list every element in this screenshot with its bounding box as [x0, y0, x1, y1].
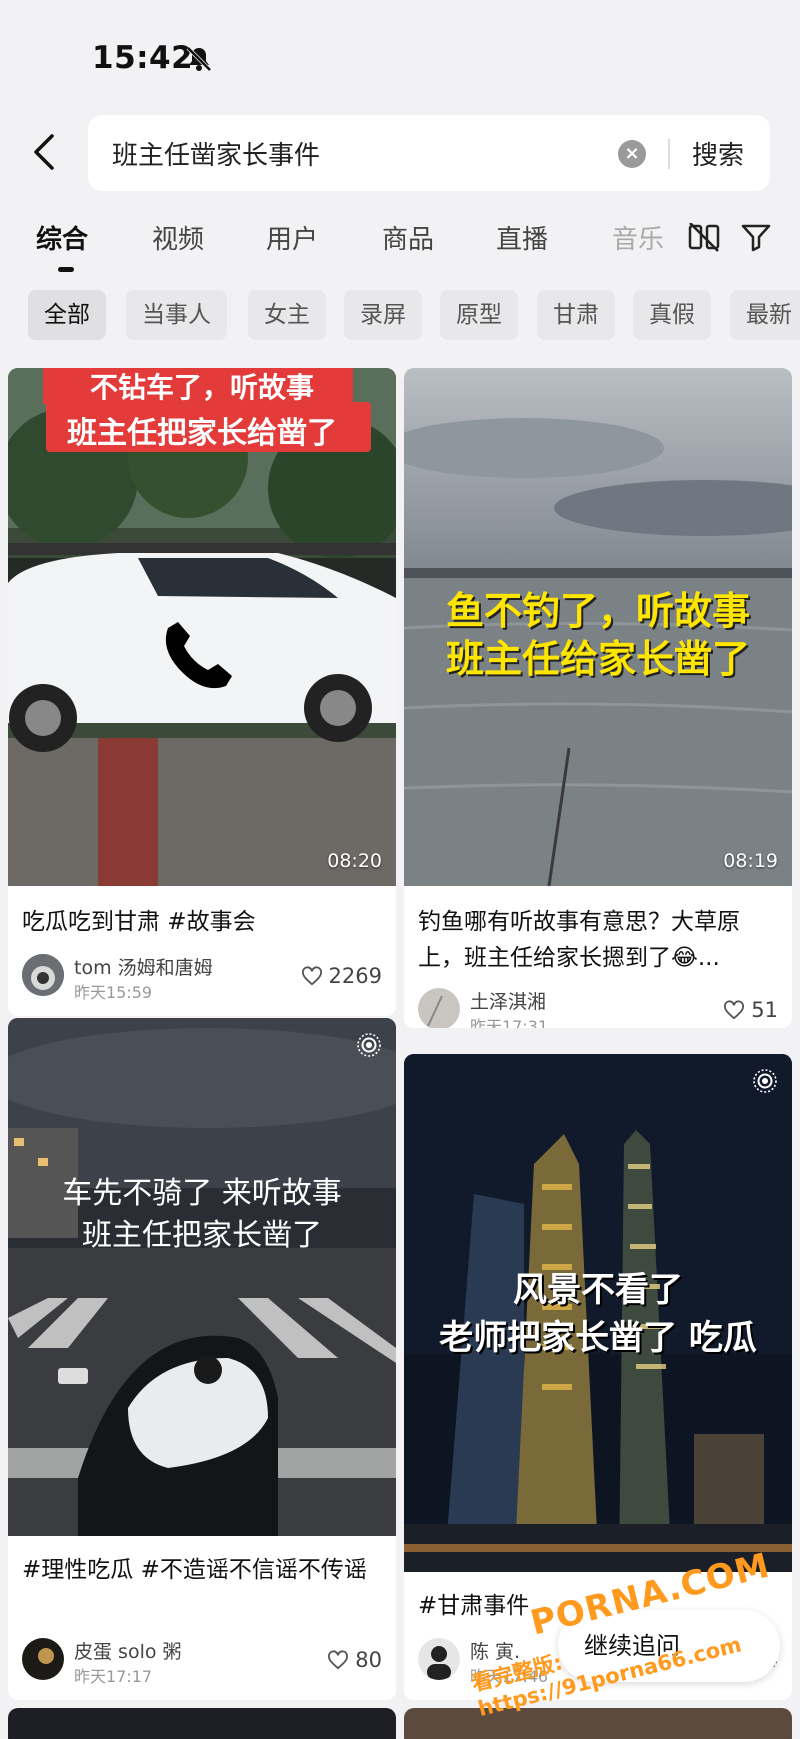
author-name[interactable]: 皮蛋 solo 粥 [74, 1637, 182, 1664]
overlay-line-1: 风景不看了 [513, 1270, 683, 1310]
overlay-line-1: 车先不骑了 来听故事 [62, 1176, 342, 1211]
card-title: 钓鱼哪有听故事有意思？大草原上，班主任给家长摁到了😂... [418, 909, 740, 971]
like-count-value: 80 [355, 1648, 382, 1672]
tab-user[interactable]: 用户 [266, 219, 318, 256]
chevron-left-icon [34, 134, 54, 170]
result-card-6-partial[interactable] [404, 1708, 792, 1739]
result-card-2[interactable]: 鱼不钓了，听故事 班主任给家长凿了 08:19 钓鱼哪有听故事有意思？大草原上，… [404, 368, 792, 1028]
tab-live[interactable]: 直播 [496, 219, 548, 256]
clear-icon[interactable]: × [618, 140, 646, 168]
chip-latest[interactable]: 最新 [730, 290, 800, 340]
author-name[interactable]: tom 汤姆和唐姆 [74, 953, 213, 980]
filter-icon[interactable] [740, 221, 772, 253]
post-time: 昨天17:17 [74, 1667, 153, 1686]
post-time: 昨天17:31 [470, 1017, 549, 1028]
card-title: 吃瓜吃到甘肃 #故事会 [22, 909, 256, 935]
image-thumbnail: 风景不看了 老师把家长凿了 吃瓜 [404, 1054, 792, 1572]
like-count[interactable]: 80 [327, 1648, 382, 1672]
video-thumbnail: 鱼不钓了，听故事 班主任给家长凿了 08:19 [404, 368, 792, 886]
chip-gansu[interactable]: 甘肃 [537, 290, 615, 340]
chip-party[interactable]: 当事人 [126, 290, 227, 340]
tab-indicator [58, 267, 74, 272]
video-thumbnail: 不钻车了，听故事 班主任把家长给凿了 08:20 [8, 368, 396, 886]
heart-icon [724, 1000, 745, 1020]
chip-prototype[interactable]: 原型 [440, 290, 518, 340]
overlay-line-1: 鱼不钓了，听故事 [445, 589, 750, 633]
thumbnail-image [8, 1018, 396, 1536]
chip-heroine[interactable]: 女主 [248, 290, 326, 340]
bell-muted-icon [186, 46, 212, 72]
overlay-line-2: 老师把家长凿了 吃瓜 [439, 1318, 757, 1358]
search-row: 班主任凿家长事件 × 搜索 [0, 115, 800, 191]
result-tabs: 综合 视频 用户 商品 直播 音乐 [0, 215, 800, 275]
overlay-line-1: 不钻车了，听故事 [89, 371, 314, 404]
tab-video[interactable]: 视频 [152, 219, 204, 256]
heart-icon [301, 966, 322, 986]
overlay-line-2: 班主任把家长给凿了 [67, 416, 337, 451]
video-duration: 08:20 [327, 850, 382, 872]
result-card-5-partial[interactable] [8, 1708, 396, 1739]
card-title: #理性吃瓜 #不造谣不信谣不传谣 [22, 1557, 367, 1583]
status-time: 15:42 [92, 40, 194, 76]
live-photo-icon [753, 1069, 777, 1093]
layout-toggle-icon[interactable] [688, 223, 720, 253]
continue-ask-button[interactable]: 继续追问 [558, 1610, 780, 1682]
like-count[interactable]: 2269 [301, 964, 382, 988]
chip-all[interactable]: 全部 [28, 290, 106, 340]
video-duration: 08:19 [723, 850, 778, 872]
result-card-3[interactable]: 车先不骑了 来听故事 班主任把家长凿了 #理性吃瓜 #不造谣不信谣不传谣 皮蛋 … [8, 1018, 396, 1700]
like-count-value: 51 [751, 998, 778, 1022]
result-card-4[interactable]: 风景不看了 老师把家长凿了 吃瓜 #甘肃事件 陈 寅. 昨天17:46 4 [404, 1054, 792, 1700]
author-name[interactable]: 陈 寅. [470, 1637, 520, 1664]
back-button[interactable] [22, 127, 66, 177]
avatar[interactable] [418, 1638, 460, 1680]
chip-recording[interactable]: 录屏 [344, 290, 422, 340]
post-time: 昨天17:46 [470, 1667, 549, 1686]
status-bar: 15:42 [0, 0, 800, 110]
post-time: 昨天15:59 [74, 983, 153, 1002]
avatar[interactable] [22, 954, 64, 996]
tab-comprehensive[interactable]: 综合 [36, 219, 88, 256]
heart-icon [328, 1650, 349, 1670]
image-thumbnail: 车先不骑了 来听故事 班主任把家长凿了 [8, 1018, 396, 1536]
author-name[interactable]: 土泽淇湘 [470, 987, 546, 1014]
result-card-1[interactable]: 不钻车了，听故事 班主任把家长给凿了 08:20 吃瓜吃到甘肃 #故事会 tom… [8, 368, 396, 1016]
like-count-value: 2269 [328, 964, 382, 988]
live-photo-icon [357, 1033, 381, 1057]
overlay-line-2: 班主任把家长凿了 [82, 1218, 322, 1253]
divider [668, 139, 670, 169]
avatar[interactable] [418, 988, 460, 1028]
search-query: 班主任凿家长事件 [112, 141, 321, 171]
tab-music[interactable]: 音乐 [612, 219, 664, 256]
overlay-line-2: 班主任给家长凿了 [445, 637, 750, 681]
tab-goods[interactable]: 商品 [382, 219, 434, 256]
like-count[interactable]: 51 [723, 998, 778, 1022]
filter-chips: 全部 当事人 女主 录屏 原型 甘肃 真假 最新 [0, 290, 800, 342]
chip-true-false[interactable]: 真假 [633, 290, 711, 340]
search-input[interactable]: 班主任凿家长事件 × 搜索 [88, 115, 770, 191]
avatar[interactable] [22, 1638, 64, 1680]
search-button[interactable]: 搜索 [692, 135, 744, 172]
